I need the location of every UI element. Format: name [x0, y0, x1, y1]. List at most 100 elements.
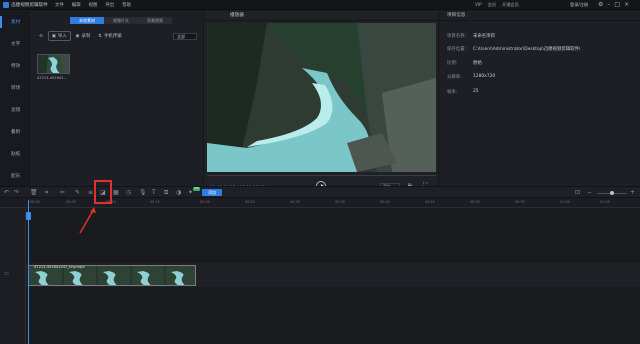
- title-bar: 迅捷视频剪辑软件 文件 编辑 视图 导出 帮助 VIP 会员 开通会员 登录/注…: [0, 0, 640, 10]
- ruler-tick: 00:45: [425, 200, 435, 204]
- import-icon: ▣: [51, 33, 56, 39]
- record-label: 录制: [81, 34, 91, 39]
- menu-view[interactable]: 视图: [89, 2, 98, 8]
- ruler-tick: 00:35: [335, 200, 345, 204]
- left-nav: 素材 文字 特效 转场 滤镜 叠附 贴纸 配乐: [0, 11, 30, 186]
- tab-local-media[interactable]: 本地素材: [70, 17, 104, 24]
- project-info-title: 项目信息: [439, 11, 640, 21]
- info-key: 分辨率:: [447, 75, 462, 80]
- redo-icon[interactable]: ↷: [14, 189, 19, 197]
- fit-timeline-icon[interactable]: ⊡: [575, 189, 580, 197]
- ruler-tick: 00:20: [200, 200, 210, 204]
- video-frame-image: [207, 23, 436, 172]
- vip-badge: VIP: [193, 186, 200, 191]
- playhead-handle[interactable]: [26, 212, 31, 220]
- crop-icon[interactable]: ⌗: [45, 189, 48, 197]
- ruler-tick: 00:30: [290, 200, 300, 204]
- maximize-icon[interactable]: □: [614, 1, 620, 8]
- zoom-out-icon[interactable]: −: [587, 189, 592, 197]
- menu-edit[interactable]: 编辑: [72, 2, 81, 8]
- mosaic-icon[interactable]: ▦: [113, 189, 119, 197]
- thumbnail-image: [38, 55, 69, 73]
- vip-label: VIP: [475, 2, 482, 7]
- ruler-tick: 00:25: [245, 200, 255, 204]
- nav-item-text[interactable]: 文字: [0, 38, 30, 50]
- open-vip-link[interactable]: 开通会员: [502, 2, 519, 8]
- settings-icon[interactable]: ⚙: [598, 1, 603, 8]
- tab-background-video[interactable]: 背景视频: [138, 17, 172, 24]
- info-key: 帧率:: [447, 90, 458, 95]
- menu-export[interactable]: 导出: [105, 2, 114, 8]
- ruler-tick: 01:05: [600, 200, 610, 204]
- menu-file[interactable]: 文件: [55, 2, 64, 8]
- color-icon[interactable]: ◑: [176, 189, 181, 197]
- split-icon[interactable]: ✂: [60, 189, 65, 197]
- info-key: 比例:: [447, 61, 458, 66]
- info-value: 原始: [473, 61, 482, 66]
- preview-title: 播放器: [204, 11, 438, 21]
- info-row-ratio: 比例: 原始: [447, 60, 482, 66]
- menu-help[interactable]: 帮助: [122, 2, 131, 8]
- zoom-slider-knob[interactable]: [610, 191, 614, 195]
- info-key: 项目名称:: [447, 34, 467, 39]
- media-panel: 本地素材 视频片头 背景视频 ⟲ ▣ 导入 ◉ 录制 ⇅ 手机传输 全部 472…: [30, 11, 204, 186]
- record-icon: ◉: [75, 33, 80, 39]
- clip-filmstrip-image: [29, 266, 195, 285]
- undo-icon[interactable]: ↶: [4, 189, 9, 197]
- zoom-slider[interactable]: [598, 191, 626, 195]
- close-icon[interactable]: ×: [624, 1, 629, 8]
- preview-panel: 播放器 00:00:00.17 / 00:00:00.08 原始 🔈 ⛶: [204, 11, 438, 191]
- text-icon[interactable]: T: [152, 189, 156, 197]
- transfer-icon: ⇅: [98, 33, 102, 39]
- minimize-icon[interactable]: –: [607, 1, 610, 8]
- microphone-icon[interactable]: 🎙: [139, 189, 147, 197]
- media-filter-select[interactable]: 全部: [173, 33, 197, 40]
- window-controls: ⚙ – □ ×: [598, 1, 629, 8]
- project-info-panel: 项目信息 项目名称: 未命名项目 保存位置: C:\Users\Administ…: [438, 11, 640, 186]
- ruler-tick: 00:40: [380, 200, 390, 204]
- preview-progress-bar[interactable]: [207, 175, 436, 176]
- info-value: C:\Users\Administrator\Desktop\迅捷视频剪辑软件\: [473, 47, 581, 52]
- nav-item-media[interactable]: 素材: [0, 16, 30, 28]
- video-screen[interactable]: [207, 23, 436, 172]
- nav-item-overlay[interactable]: 叠附: [0, 126, 30, 138]
- video-clip-label: 47213-451641047_tiny.mp4: [34, 265, 85, 269]
- media-thumbnail[interactable]: [37, 54, 70, 74]
- info-key: 保存位置:: [447, 47, 467, 52]
- app-logo-icon: [3, 2, 9, 8]
- media-thumbnail-name: 47213-451641...: [37, 76, 67, 80]
- mobile-transfer-button[interactable]: ⇅ 手机传输: [95, 32, 124, 40]
- annotation-highlight-box: [94, 180, 112, 204]
- import-button[interactable]: ▣ 导入: [47, 31, 71, 41]
- delete-icon[interactable]: 🗑: [30, 189, 38, 197]
- refresh-icon[interactable]: ⟲: [36, 33, 46, 40]
- info-row-framerate: 帧率: 25: [447, 89, 479, 95]
- nav-item-effects[interactable]: 特效: [0, 60, 30, 72]
- record-button[interactable]: ◉ 录制: [73, 32, 94, 40]
- ruler-tick: 00:05: [66, 200, 76, 204]
- video-track-icon: ▭: [4, 271, 9, 277]
- duration-icon[interactable]: ◷: [126, 189, 131, 197]
- picture-in-picture-icon[interactable]: ⧉: [164, 189, 168, 197]
- tab-video-intro[interactable]: 视频片头: [104, 17, 138, 24]
- speed-icon[interactable]: ≡: [88, 189, 93, 197]
- info-value: 未命名项目: [473, 34, 495, 39]
- add-button[interactable]: 添加: [202, 189, 222, 196]
- ruler-tick: 00:00: [30, 200, 40, 204]
- media-tabs: 本地素材 视频片头 背景视频: [70, 17, 172, 24]
- nav-item-transitions[interactable]: 转场: [0, 82, 30, 94]
- menu-bar: 文件 编辑 视图 导出 帮助: [55, 2, 131, 8]
- vip-info: VIP 会员 开通会员: [475, 2, 519, 8]
- nav-item-filters[interactable]: 滤镜: [0, 104, 30, 116]
- mobile-transfer-label: 手机传输: [103, 34, 122, 39]
- info-row-name: 项目名称: 未命名项目: [447, 33, 495, 39]
- info-row-location: 保存位置: C:\Users\Administrator\Desktop\迅捷视…: [447, 46, 580, 52]
- nav-item-stickers[interactable]: 贴纸: [0, 148, 30, 160]
- playhead[interactable]: [26, 200, 31, 344]
- edit-icon[interactable]: ✎: [75, 189, 80, 197]
- nav-item-music[interactable]: 配乐: [0, 170, 30, 182]
- login-button[interactable]: 登录/注册: [570, 2, 588, 8]
- zoom-in-icon[interactable]: +: [630, 189, 635, 197]
- app-title: 迅捷视频剪辑软件: [11, 3, 48, 8]
- ruler-tick: 00:50: [470, 200, 480, 204]
